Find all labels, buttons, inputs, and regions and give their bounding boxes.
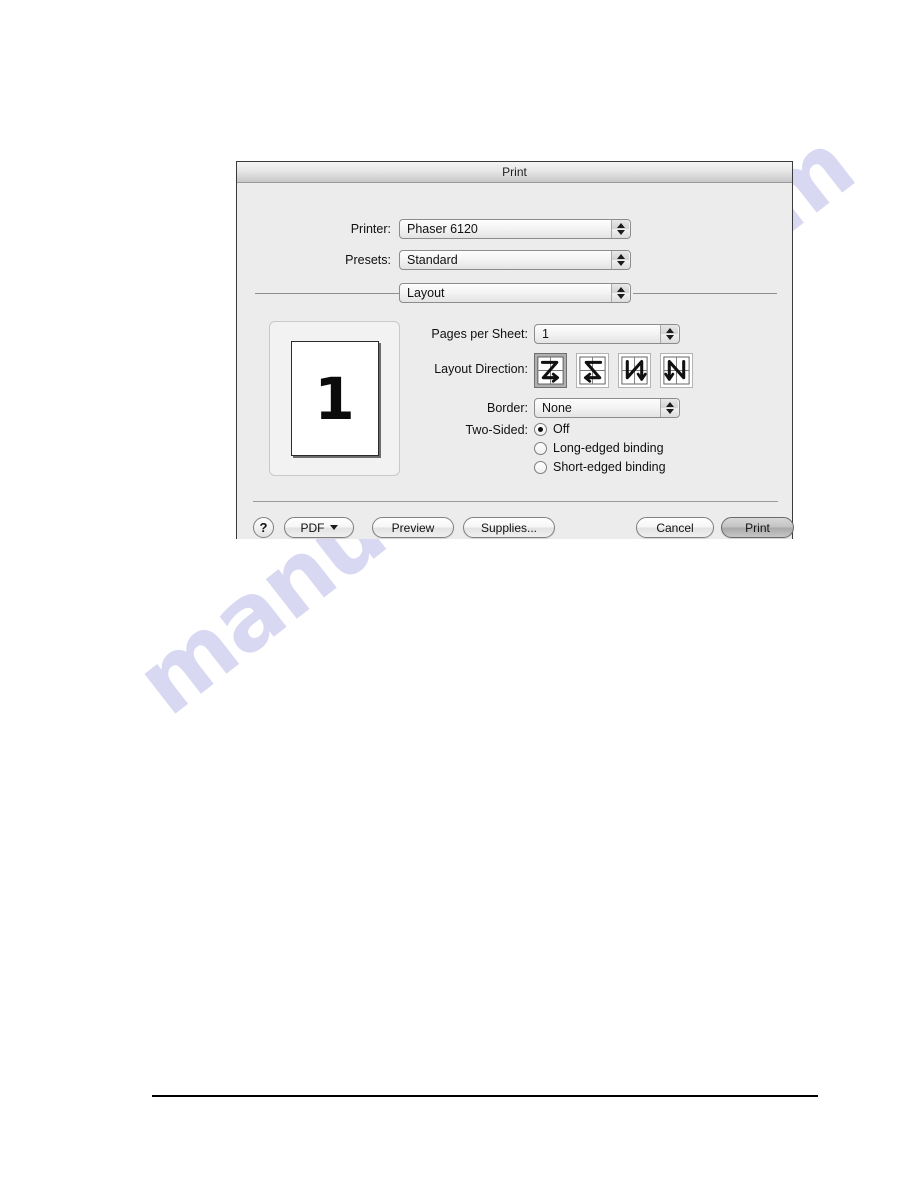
pdf-button-label: PDF xyxy=(300,520,325,535)
border-stepper[interactable] xyxy=(660,399,678,417)
chevron-down-icon xyxy=(665,335,674,340)
two-sided-row: Two-Sided: xyxy=(413,423,528,437)
pane-value: Layout xyxy=(407,286,445,300)
cancel-button[interactable]: Cancel xyxy=(636,517,714,538)
layout-preview-pane: 1 xyxy=(269,321,400,476)
preview-page-number: 1 xyxy=(314,364,355,433)
chevron-up-icon xyxy=(616,287,625,292)
chevron-down-icon xyxy=(616,261,625,266)
preview-button[interactable]: Preview xyxy=(372,517,454,538)
presets-value: Standard xyxy=(407,253,458,267)
layout-direction-options xyxy=(534,353,693,388)
presets-label: Presets: xyxy=(345,253,391,267)
pane-separator-right xyxy=(633,293,777,294)
preview-page: 1 xyxy=(290,341,379,456)
radio-icon xyxy=(534,422,547,436)
radio-icon xyxy=(534,460,547,474)
dialog-body: Printer: Phaser 6120 Presets: Standard L… xyxy=(237,183,794,541)
layout-grid-n-reverse-icon xyxy=(663,356,690,385)
chevron-down-icon xyxy=(665,409,674,414)
page-footer-rule xyxy=(152,1095,818,1097)
two-sided-option-long-edged[interactable]: Long-edged binding xyxy=(534,439,666,457)
presets-stepper[interactable] xyxy=(611,251,629,269)
two-sided-option-off[interactable]: Off xyxy=(534,420,666,438)
pages-per-sheet-row: Pages per Sheet: 1 xyxy=(413,324,680,344)
two-sided-option-short-edged[interactable]: Short-edged binding xyxy=(534,458,666,476)
layout-direction-z-reverse-across-then-down[interactable] xyxy=(576,353,609,388)
help-button[interactable]: ? xyxy=(253,517,274,538)
printer-label: Printer: xyxy=(350,222,391,236)
print-dialog: Print Printer: Phaser 6120 Presets: Stan… xyxy=(236,161,794,541)
two-sided-option-label: Short-edged binding xyxy=(553,460,666,474)
supplies-button[interactable]: Supplies... xyxy=(463,517,555,538)
printer-value: Phaser 6120 xyxy=(407,222,478,236)
presets-row: Presets: Standard xyxy=(253,250,778,270)
two-sided-option-label: Long-edged binding xyxy=(553,441,664,455)
two-sided-option-label: Off xyxy=(553,422,570,436)
pane-popup[interactable]: Layout xyxy=(399,283,631,303)
border-row: Border: None xyxy=(413,398,680,418)
pages-per-sheet-stepper[interactable] xyxy=(660,325,678,343)
pages-per-sheet-value: 1 xyxy=(542,327,549,341)
chevron-up-icon xyxy=(616,223,625,228)
layout-grid-n-icon xyxy=(621,356,648,385)
chevron-down-icon xyxy=(616,230,625,235)
pane-stepper[interactable] xyxy=(611,284,629,302)
chevron-up-icon xyxy=(616,254,625,259)
presets-popup[interactable]: Standard xyxy=(399,250,631,270)
pages-per-sheet-label: Pages per Sheet: xyxy=(431,327,528,341)
chevron-up-icon xyxy=(665,328,674,333)
chevron-down-icon xyxy=(616,294,625,299)
layout-direction-label: Layout Direction: xyxy=(434,362,528,376)
dialog-title: Print xyxy=(502,165,527,179)
dialog-button-bar: ? PDF Preview Supplies... Cancel Print xyxy=(253,517,794,541)
layout-direction-z-across-then-down[interactable] xyxy=(534,353,567,388)
two-sided-options: Off Long-edged binding Short-edged bindi… xyxy=(534,420,666,477)
pane-separator-left xyxy=(255,293,399,294)
chevron-up-icon xyxy=(665,402,674,407)
pages-per-sheet-popup[interactable]: 1 xyxy=(534,324,680,344)
dialog-titlebar: Print xyxy=(237,162,792,183)
layout-direction-row: Layout Direction: xyxy=(413,362,528,376)
printer-stepper[interactable] xyxy=(611,220,629,238)
border-popup[interactable]: None xyxy=(534,398,680,418)
bottom-separator xyxy=(253,501,778,502)
layout-direction-n-down-then-across[interactable] xyxy=(618,353,651,388)
radio-icon xyxy=(534,441,547,455)
layout-grid-z-icon xyxy=(537,356,564,385)
print-button[interactable]: Print xyxy=(721,517,794,538)
printer-popup[interactable]: Phaser 6120 xyxy=(399,219,631,239)
border-value: None xyxy=(542,401,572,415)
chevron-down-icon xyxy=(329,525,338,530)
layout-direction-n-reverse-down-then-across[interactable] xyxy=(660,353,693,388)
border-label: Border: xyxy=(487,401,528,415)
printer-row: Printer: Phaser 6120 xyxy=(253,219,778,239)
pdf-button[interactable]: PDF xyxy=(284,517,354,538)
layout-grid-z-reverse-icon xyxy=(579,356,606,385)
two-sided-label: Two-Sided: xyxy=(465,423,528,437)
